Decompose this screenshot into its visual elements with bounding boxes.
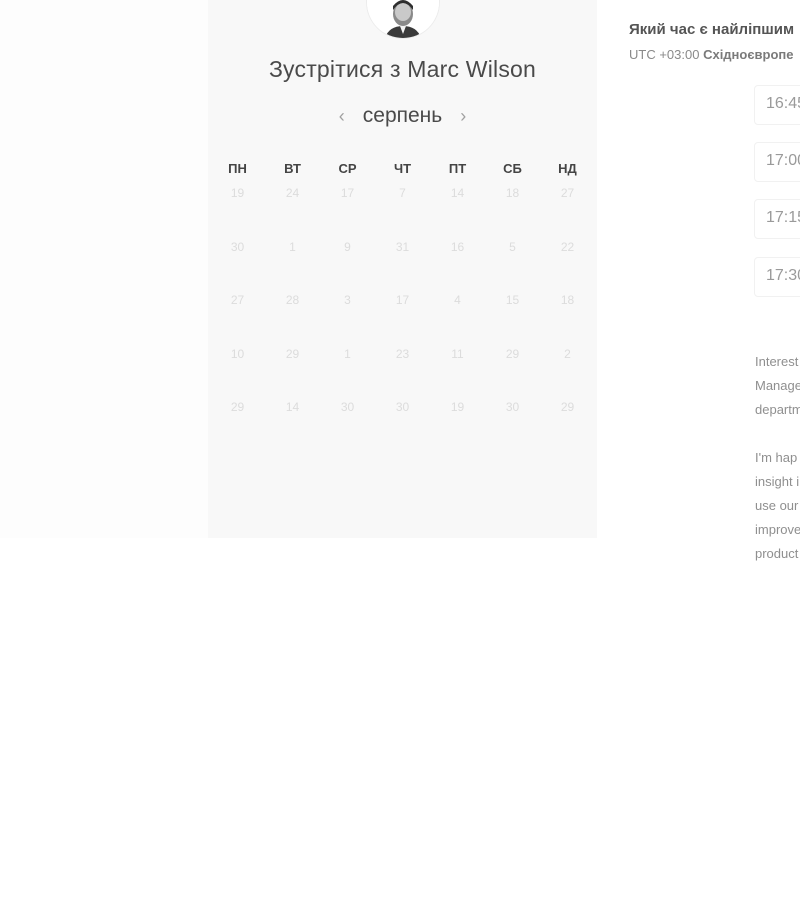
calendar-day: 4 xyxy=(454,293,461,307)
calendar-day: 1 xyxy=(289,239,296,254)
description-line: insight i xyxy=(755,474,800,489)
time-slot-button[interactable]: 17:30 xyxy=(754,257,800,297)
time-slot-button[interactable]: 17:15 xyxy=(754,199,800,239)
calendar-day: 1 xyxy=(344,346,351,361)
calendar-day: 7 xyxy=(399,186,406,200)
calendar-day: 9 xyxy=(344,239,351,254)
calendar-day: 24 xyxy=(285,186,300,200)
timezone-selector[interactable]: UTC +03:00 Східноєвропе xyxy=(629,47,794,62)
weekday-sun: НД xyxy=(558,161,577,176)
calendar-day: 29 xyxy=(505,346,520,361)
calendar-day: 18 xyxy=(505,186,520,200)
description-paragraph: Interest Manage departm xyxy=(755,350,800,422)
calendar-day: 15 xyxy=(505,293,520,307)
calendar-day: 27 xyxy=(230,293,245,307)
chevron-left-icon[interactable]: ‹ xyxy=(335,105,349,127)
description-line: I'm hap xyxy=(755,450,798,465)
calendar-day: 17 xyxy=(395,293,410,307)
calendar-day: 14 xyxy=(450,186,465,200)
description-line: product xyxy=(755,546,799,561)
event-description: Interest Manage departm I'm hap insight … xyxy=(755,350,800,590)
description-line: use our xyxy=(755,498,799,513)
weekday-header: ПН ВТ СР ЧТ ПТ СБ НД xyxy=(210,161,595,176)
calendar-day: 28 xyxy=(285,293,300,307)
weekday-tue: ВТ xyxy=(284,161,301,176)
month-label: серпень xyxy=(362,104,443,127)
time-slot-label: 16:45 xyxy=(766,95,800,112)
weekday-mon: ПН xyxy=(228,161,247,176)
calendar-day: 30 xyxy=(340,400,355,414)
weekday-fri: ПТ xyxy=(448,161,467,176)
calendar-day: 27 xyxy=(560,186,575,200)
timezone-offset: UTC +03:00 xyxy=(629,47,700,62)
calendar-day: 19 xyxy=(450,400,465,414)
calendar-day: 30 xyxy=(395,400,410,414)
description-line: Interest xyxy=(755,354,799,369)
calendar-day: 29 xyxy=(285,346,300,361)
calendar-day: 30 xyxy=(505,400,520,414)
description-line: improve xyxy=(755,522,800,537)
time-slot-label: 17:00 xyxy=(766,152,800,169)
weekday-sat: СБ xyxy=(503,161,522,176)
calendar-day: 22 xyxy=(560,239,575,254)
calendar-day: 11 xyxy=(451,346,464,361)
calendar-day: 31 xyxy=(395,239,410,254)
calendar-day: 10 xyxy=(230,346,245,361)
calendar-day: 23 xyxy=(395,346,410,361)
calendar-day: 14 xyxy=(285,400,300,414)
calendar-day: 18 xyxy=(560,293,575,307)
calendar-day: 17 xyxy=(340,186,355,200)
time-slot-label: 17:30 xyxy=(766,267,800,284)
calendar-day: 2 xyxy=(564,346,571,361)
description-line: Manage xyxy=(755,378,800,393)
calendar-day: 3 xyxy=(344,293,351,307)
booking-page: Зустрітися з Marc Wilson ‹ серпень › ПН … xyxy=(0,0,800,900)
time-slot-label: 17:15 xyxy=(766,209,800,226)
calendar-day: 29 xyxy=(230,400,245,414)
calendar-day: 30 xyxy=(230,239,245,254)
chevron-right-icon[interactable]: › xyxy=(456,105,470,127)
description-line: departm xyxy=(755,402,800,417)
calendar-day: 16 xyxy=(450,239,465,254)
weekday-thu: ЧТ xyxy=(393,161,412,176)
timezone-name: Східноєвропе xyxy=(703,47,794,62)
weekday-wed: СР xyxy=(338,161,357,176)
meeting-title: Зустрітися з Marc Wilson xyxy=(268,56,537,82)
time-slot-button[interactable]: 16:45 xyxy=(754,85,800,125)
calendar-day: 19 xyxy=(230,186,245,200)
calendar-day: 5 xyxy=(509,239,516,254)
time-picker-title: Який час є найліпшим xyxy=(629,21,795,38)
calendar-days: 19 24 17 7 14 18 27 30 1 9 31 16 5 22 27… xyxy=(210,180,595,448)
calendar-day: 29 xyxy=(560,400,575,414)
left-background xyxy=(0,0,208,538)
month-navigation: ‹ серпень › xyxy=(208,101,597,131)
description-paragraph: I'm hap insight i use our improve produc… xyxy=(755,446,800,566)
time-slot-button[interactable]: 17:00 xyxy=(754,142,800,182)
